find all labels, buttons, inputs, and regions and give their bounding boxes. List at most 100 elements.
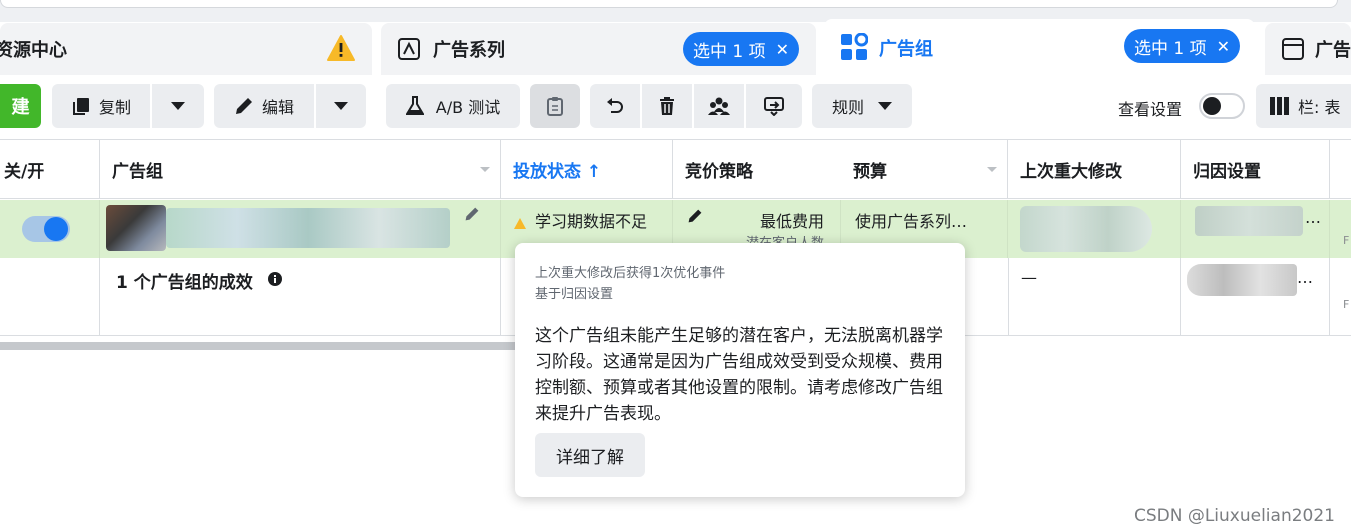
selected-count: 选中 1 项 <box>693 41 766 62</box>
columns-button[interactable]: 栏: 表 <box>1256 84 1351 128</box>
close-icon[interactable]: ✕ <box>776 40 789 59</box>
selected-count: 选中 1 项 <box>1134 38 1207 59</box>
summary-title: 1 个广告组的成效 <box>116 273 253 293</box>
chevron-down-icon <box>480 167 490 172</box>
summary-title-cell: 1 个广告组的成效 <box>100 258 501 336</box>
header-toggle[interactable]: 关/开 <box>0 139 100 199</box>
clipboard-button[interactable] <box>530 84 580 128</box>
header-last-edit[interactable]: 上次重大修改 <box>1008 139 1181 199</box>
copy-label: 复制 <box>98 98 131 117</box>
grid-icon <box>840 32 869 65</box>
redacted-attribution <box>1195 206 1303 236</box>
rules-button[interactable]: 规则 <box>812 84 912 128</box>
tab-title: 广告系列 <box>433 40 505 61</box>
pencil-icon[interactable] <box>687 208 703 228</box>
clipboard-icon <box>546 96 564 116</box>
header-extra <box>1330 139 1351 199</box>
header-label: 预算 <box>853 161 887 182</box>
budget-value: 使用广告系列… <box>855 212 968 231</box>
header-adset[interactable]: 广告组 <box>100 139 501 199</box>
preview-button[interactable] <box>746 84 802 128</box>
undo-icon <box>605 96 625 116</box>
tab-ad-sets[interactable]: 广告组 选中 1 项 ✕ <box>824 19 1255 75</box>
thumbnail <box>106 205 166 251</box>
undo-button[interactable] <box>590 84 640 128</box>
create-label: 建 <box>11 97 30 118</box>
extra-cell: F <box>1343 234 1350 247</box>
tab-title: 广告 <box>1315 40 1351 61</box>
edit-label: 编辑 <box>261 98 294 117</box>
delivery-toggle[interactable] <box>22 216 70 242</box>
popover-meta: 上次重大修改后获得1次优化事件 基于归因设置 <box>535 263 725 305</box>
adset-name-cell[interactable] <box>100 200 501 258</box>
header-label: 归因设置 <box>1193 161 1261 182</box>
attribution-cell: … <box>1181 200 1330 258</box>
attribution-more: … <box>1305 208 1321 227</box>
summary-attribution-cell: … <box>1181 258 1330 336</box>
header-budget[interactable]: 预算 <box>841 139 1008 199</box>
campaign-icon <box>397 37 421 65</box>
transfer-icon <box>763 96 785 116</box>
selected-pill[interactable]: 选中 1 项 ✕ <box>1124 29 1241 63</box>
header-label: 投放状态 ↑ <box>513 161 602 182</box>
chevron-down-icon <box>334 102 348 110</box>
popover-meta-line1: 上次重大修改后获得1次优化事件 <box>535 266 726 281</box>
copy-dropdown-button[interactable] <box>152 84 204 128</box>
popover-meta-line2: 基于归因设置 <box>535 287 614 302</box>
chevron-down-icon <box>878 102 892 110</box>
learn-more-label: 详细了解 <box>556 447 624 468</box>
tab-campaigns[interactable]: 广告系列 选中 1 项 ✕ <box>381 23 816 75</box>
pencil-icon[interactable] <box>464 206 480 226</box>
summary-extra-cell: F <box>1343 298 1350 311</box>
summary-toggle-cell <box>0 258 100 336</box>
create-button[interactable]: 建 <box>0 84 41 128</box>
tab-ads[interactable]: 广告 <box>1265 23 1351 75</box>
delete-button[interactable] <box>642 84 692 128</box>
bid-strategy-value: 最低费用 <box>759 212 824 231</box>
horizontal-scrollbar[interactable] <box>0 342 520 350</box>
selected-pill[interactable]: 选中 1 项 ✕ <box>683 32 800 66</box>
header-delivery[interactable]: 投放状态 ↑ <box>501 139 673 199</box>
summary-last-edit-cell: — <box>1008 258 1181 336</box>
edit-button[interactable]: 编辑 <box>214 84 314 128</box>
audience-button[interactable] <box>694 84 744 128</box>
copy-button[interactable]: 复制 <box>52 84 150 128</box>
warning-icon <box>514 214 526 233</box>
attribution-more: … <box>1297 268 1313 287</box>
tab-title: 资源中心 <box>0 40 67 61</box>
info-icon[interactable] <box>268 271 282 290</box>
header-label: 广告组 <box>112 161 163 182</box>
last-edit-cell <box>1008 200 1181 258</box>
columns-icon <box>1270 97 1290 115</box>
header-label: 关/开 <box>4 161 45 182</box>
header-bid-strategy[interactable]: 竞价策略 <box>673 139 841 199</box>
trash-icon <box>658 96 676 116</box>
learning-limited-popover: 上次重大修改后获得1次优化事件 基于归因设置 这个广告组未能产生足够的潜在客户，… <box>515 243 965 497</box>
copy-icon <box>71 96 91 116</box>
redacted-name <box>166 208 450 248</box>
warning-icon <box>326 34 356 66</box>
edit-dropdown-button[interactable] <box>316 84 366 128</box>
view-settings-toggle[interactable] <box>1199 93 1245 119</box>
tab-title: 广告组 <box>879 39 933 60</box>
ab-test-label: A/B 测试 <box>435 98 501 117</box>
people-icon <box>708 96 730 116</box>
chevron-down-icon <box>987 167 997 172</box>
delivery-status: 学习期数据不足 <box>535 212 648 231</box>
header-attribution[interactable]: 归因设置 <box>1181 139 1330 199</box>
tab-resource-center[interactable]: 资源中心 <box>0 23 372 75</box>
ad-icon <box>1281 37 1305 65</box>
learn-more-button[interactable]: 详细了解 <box>535 433 645 477</box>
rules-label: 规则 <box>831 98 864 117</box>
view-settings-label: 查看设置 <box>1118 100 1183 119</box>
watermark: CSDN @Liuxuelian2021 <box>1133 506 1335 526</box>
popover-body: 这个广告组未能产生足够的潜在客户，无法脱离机器学习阶段。这通常是因为广告组成效受… <box>535 326 943 424</box>
ab-test-button[interactable]: A/B 测试 <box>386 84 520 128</box>
header-label: 竞价策略 <box>685 161 753 182</box>
columns-label: 栏: 表 <box>1298 98 1341 117</box>
toolbar: 建 复制 编辑 A/B 测试 规则 查看设置 栏: 表 <box>0 75 1351 139</box>
pencil-icon <box>234 96 254 116</box>
header-label: 上次重大修改 <box>1020 161 1122 182</box>
close-icon[interactable]: ✕ <box>1217 37 1230 56</box>
flask-icon <box>405 96 424 116</box>
